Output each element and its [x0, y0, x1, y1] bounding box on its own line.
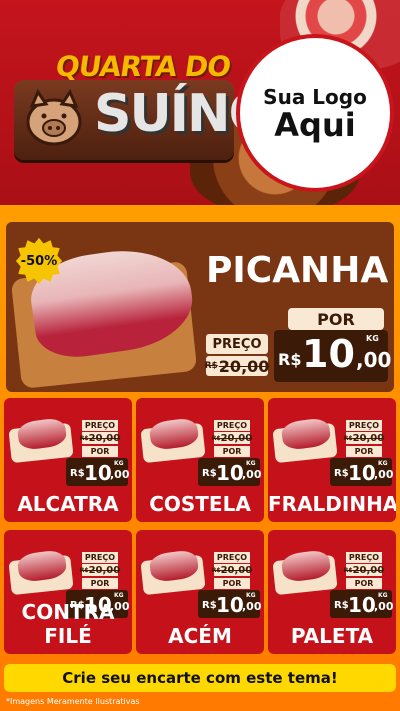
old-price-value: 20,00	[220, 432, 253, 444]
new-price: R$ 10,00 KG	[198, 458, 262, 486]
new-price: R$ 10,00 KG	[330, 590, 394, 618]
unit-label: KG	[366, 334, 379, 343]
old-price-value: 20,00	[218, 356, 270, 376]
por-label: POR	[82, 578, 118, 589]
old-currency: R$	[79, 434, 89, 442]
old-price: R$ 20,00	[343, 432, 385, 444]
old-price: R$ 20,00	[211, 564, 253, 576]
product-card[interactable]: PREÇO R$ 20,00 POR R$ 10,00 KG FRALDINHA	[268, 398, 396, 522]
preco-label: PREÇO	[346, 420, 382, 431]
old-currency: R$	[211, 566, 221, 574]
old-price: R$ 20,00	[211, 432, 253, 444]
disclaimer: *Imagens Meramente Ilustrativas	[6, 697, 140, 706]
product-card[interactable]: PREÇO R$ 20,00 POR R$ 10,00 KG COSTELA	[136, 398, 264, 522]
product-card[interactable]: PREÇO R$ 20,00 POR R$ 10,00 KG ACÉM	[136, 530, 264, 654]
price-decimal: ,00	[110, 468, 130, 481]
currency: R$	[334, 600, 349, 611]
currency: R$	[334, 468, 349, 479]
new-price: R$ 10,00 KG	[66, 458, 130, 486]
product-name: CONTRA FILÉ	[21, 600, 115, 648]
unit-label: KG	[114, 592, 124, 599]
title-plaque: SUÍNO	[14, 80, 273, 160]
old-currency: R$	[211, 434, 221, 442]
old-price-value: 20,00	[352, 432, 385, 444]
old-price-value: 20,00	[352, 564, 385, 576]
new-price: R$ 10,00 KG	[198, 590, 262, 618]
old-currency: R$	[204, 361, 218, 371]
title-line1: QUARTA DO	[53, 50, 233, 83]
currency: R$	[70, 468, 85, 479]
price-decimal: ,00	[356, 348, 392, 372]
logo-placeholder[interactable]: Sua Logo Aqui	[240, 38, 390, 188]
price-integer: 10	[302, 332, 355, 376]
unit-label: KG	[378, 460, 388, 467]
old-price-value: 20,00	[88, 564, 121, 576]
old-price: R$ 20,00	[79, 564, 121, 576]
new-price: R$ 10 ,00 KG	[274, 330, 392, 382]
featured-product-name: PICANHA	[206, 250, 389, 291]
unit-label: KG	[114, 460, 124, 467]
currency: R$	[278, 350, 302, 369]
por-label: POR	[214, 578, 250, 589]
preco-label: PREÇO	[214, 420, 250, 431]
currency: R$	[202, 468, 217, 479]
por-label: POR	[288, 308, 384, 330]
old-currency: R$	[79, 566, 89, 574]
price-integer: 10	[84, 461, 112, 485]
product-name: COSTELA	[149, 492, 251, 516]
old-price: R$ 20,00	[204, 356, 270, 376]
pig-icon	[26, 88, 82, 146]
old-price-value: 20,00	[220, 564, 253, 576]
preco-label: PREÇO	[346, 552, 382, 563]
unit-label: KG	[246, 592, 256, 599]
product-name: FRALDINHA	[268, 492, 396, 516]
old-currency: R$	[343, 434, 353, 442]
old-price-value: 20,00	[88, 432, 121, 444]
featured-product-card[interactable]: -50% PICANHA POR PREÇO R$ 20,00 R$ 10 ,0…	[6, 222, 394, 392]
product-card[interactable]: PREÇO R$ 20,00 POR R$ 10,00 KG CONTRA FILÉ	[4, 530, 132, 654]
unit-label: KG	[378, 592, 388, 599]
preco-label: PREÇO	[206, 334, 268, 354]
currency: R$	[202, 600, 217, 611]
por-label: POR	[346, 578, 382, 589]
hero-banner: QUARTA DO SUÍNO Sua Logo Aqui	[0, 0, 400, 215]
price-decimal: ,00	[242, 468, 262, 481]
price-integer: 10	[348, 593, 376, 617]
preco-label: PREÇO	[214, 552, 250, 563]
price-decimal: ,00	[242, 600, 262, 613]
price-decimal: ,00	[374, 468, 394, 481]
por-label: POR	[82, 446, 118, 457]
product-name: ALCATRA	[17, 492, 119, 516]
por-label: POR	[346, 446, 382, 457]
product-name: PALETA	[290, 624, 374, 648]
old-currency: R$	[343, 566, 353, 574]
unit-label: KG	[246, 460, 256, 467]
create-flyer-button[interactable]: Crie seu encarte com este tema!	[4, 664, 396, 692]
product-card[interactable]: PREÇO R$ 20,00 POR R$ 10,00 KG PALETA	[268, 530, 396, 654]
preco-label: PREÇO	[82, 552, 118, 563]
price-decimal: ,00	[374, 600, 394, 613]
price-integer: 10	[348, 461, 376, 485]
new-price: R$ 10,00 KG	[330, 458, 394, 486]
product-card[interactable]: PREÇO R$ 20,00 POR R$ 10,00 KG ALCATRA	[4, 398, 132, 522]
price-integer: 10	[216, 461, 244, 485]
product-name: ACÉM	[168, 624, 232, 648]
por-label: POR	[214, 446, 250, 457]
old-price: R$ 20,00	[343, 564, 385, 576]
preco-label: PREÇO	[82, 420, 118, 431]
logo-text-line2: Aqui	[274, 106, 356, 144]
old-price: R$ 20,00	[79, 432, 121, 444]
price-integer: 10	[216, 593, 244, 617]
